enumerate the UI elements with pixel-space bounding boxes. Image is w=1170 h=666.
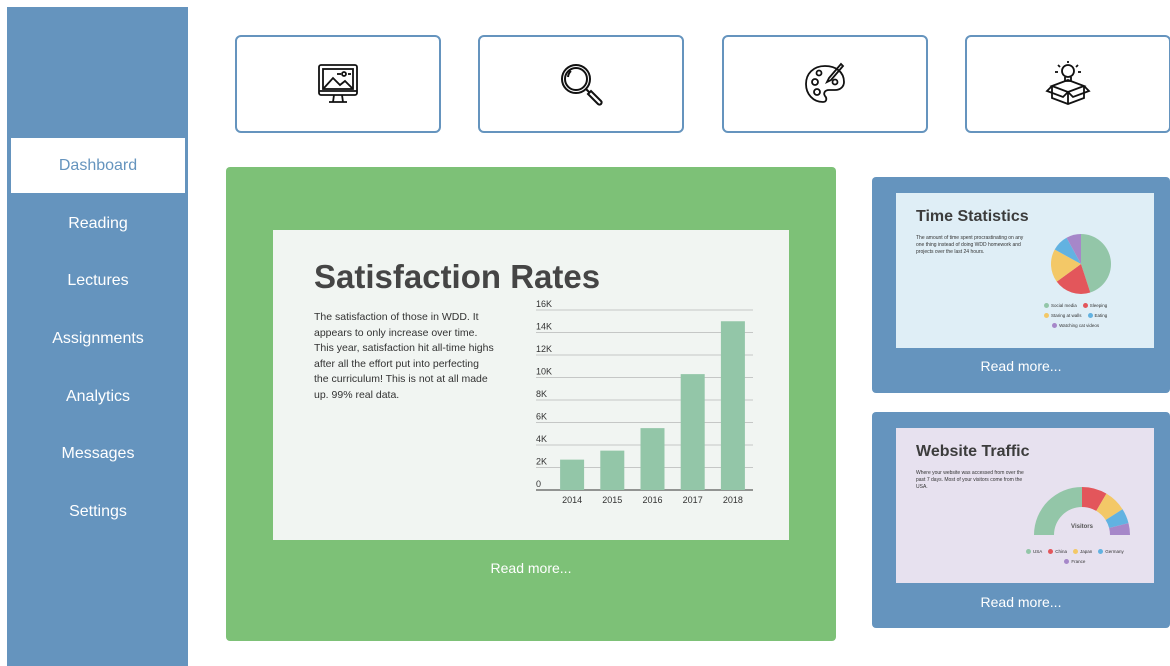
time-statistics-card: Time Statistics The amount of time spent… [872, 177, 1170, 393]
read-more-time-link[interactable]: Read more... [872, 358, 1170, 374]
legend-item: Eating [1087, 313, 1108, 318]
legend-label: Social media [1051, 303, 1077, 308]
sidebar-item-dashboard[interactable]: Dashboard [11, 138, 185, 193]
x-tick-label: 2014 [562, 495, 582, 505]
legend-item: USA [1026, 549, 1042, 554]
paint-palette-icon [805, 62, 845, 103]
read-more-traffic-link[interactable]: Read more... [872, 594, 1170, 610]
tile-media[interactable] [235, 35, 441, 133]
sidebar-item-lectures[interactable]: Lectures [11, 253, 185, 308]
bar [560, 459, 585, 490]
legend-item: Sleeping [1082, 303, 1108, 308]
y-tick-label: 2K [536, 457, 547, 467]
legend-label: Watching cat videos [1059, 323, 1100, 328]
satisfaction-title: Satisfaction Rates [314, 258, 601, 295]
y-tick-label: 4K [536, 434, 547, 444]
bar [720, 321, 745, 490]
bar [640, 428, 665, 490]
y-tick-label: 12K [536, 344, 552, 354]
y-tick-label: 16K [536, 300, 552, 309]
traffic-donut-chart: Visitors [1034, 487, 1130, 535]
donut-center-label: Visitors [1071, 524, 1094, 530]
satisfaction-bar-chart: 0 2K 4K 6K 8K 10K 12K 14K 16K 2014 2015 2016 2017 201… [536, 300, 753, 505]
x-tick-label: 2015 [602, 495, 622, 505]
tile-search[interactable] [478, 35, 684, 133]
legend-item: Staring at walls [1044, 313, 1082, 318]
monitor-image-icon [318, 64, 358, 103]
traffic-legend: USA China Japan Germany France [1026, 549, 1124, 569]
bar [680, 374, 705, 490]
sidebar-item-assignments[interactable]: Assignments [11, 311, 185, 366]
time-statistics-title: Time Statistics [916, 208, 1029, 225]
y-tick-label: 10K [536, 367, 552, 377]
legend-item: France [1064, 559, 1085, 564]
sidebar-item-settings[interactable]: Settings [11, 484, 185, 539]
time-statistics-description: The amount of time spent procrastinating… [916, 235, 1024, 255]
satisfaction-panel: Satisfaction Rates The satisfaction of t… [273, 230, 789, 540]
read-more-satisfaction-link[interactable]: Read more... [226, 560, 836, 576]
legend-label: Germany [1105, 549, 1124, 554]
tile-art[interactable] [722, 35, 928, 133]
x-tick-label: 2016 [642, 495, 662, 505]
website-traffic-panel: Website Traffic Where your website was a… [896, 428, 1154, 583]
legend-label: Staring at walls [1051, 313, 1082, 318]
idea-box-icon [1045, 61, 1091, 105]
legend-item: Germany [1098, 549, 1124, 554]
time-legend: Social media Sleeping Staring at walls E… [1044, 303, 1107, 333]
website-traffic-card: Website Traffic Where your website was a… [872, 412, 1170, 628]
legend-label: Japan [1080, 549, 1093, 554]
legend-label: Eating [1094, 313, 1108, 318]
x-tick-label: 2018 [723, 495, 743, 505]
y-tick-label: 0 [536, 479, 541, 489]
time-pie-chart [1051, 234, 1111, 294]
website-traffic-title: Website Traffic [916, 443, 1030, 460]
sidebar-item-reading[interactable]: Reading [11, 196, 185, 251]
y-tick-label: 8K [536, 389, 547, 399]
magnifier-icon [561, 64, 603, 106]
x-tick-label: 2017 [683, 495, 703, 505]
website-traffic-description: Where your website was accessed from ove… [916, 470, 1024, 490]
sidebar-item-analytics[interactable]: Analytics [11, 369, 185, 424]
legend-label: Sleeping [1089, 303, 1108, 308]
y-tick-label: 14K [536, 322, 552, 332]
legend-item: Social media [1044, 303, 1077, 308]
y-tick-label: 6K [536, 412, 547, 422]
satisfaction-description: The satisfaction of those in WDD. It app… [314, 311, 494, 401]
legend-item: China [1048, 549, 1067, 554]
legend-item: Watching cat videos [1052, 323, 1099, 328]
legend-label: USA [1033, 549, 1043, 554]
legend-item: Japan [1073, 549, 1092, 554]
dashboard-page: Dashboard Reading Lectures Assignments A… [0, 0, 1170, 666]
tile-ideas[interactable] [965, 35, 1170, 133]
legend-label: France [1071, 559, 1086, 564]
satisfaction-card: Satisfaction Rates The satisfaction of t… [226, 167, 836, 641]
bar [600, 450, 625, 490]
time-statistics-panel: Time Statistics The amount of time spent… [896, 193, 1154, 348]
sidebar-item-messages[interactable]: Messages [11, 426, 185, 481]
sidebar: Dashboard Reading Lectures Assignments A… [7, 7, 188, 666]
legend-label: China [1055, 549, 1068, 554]
